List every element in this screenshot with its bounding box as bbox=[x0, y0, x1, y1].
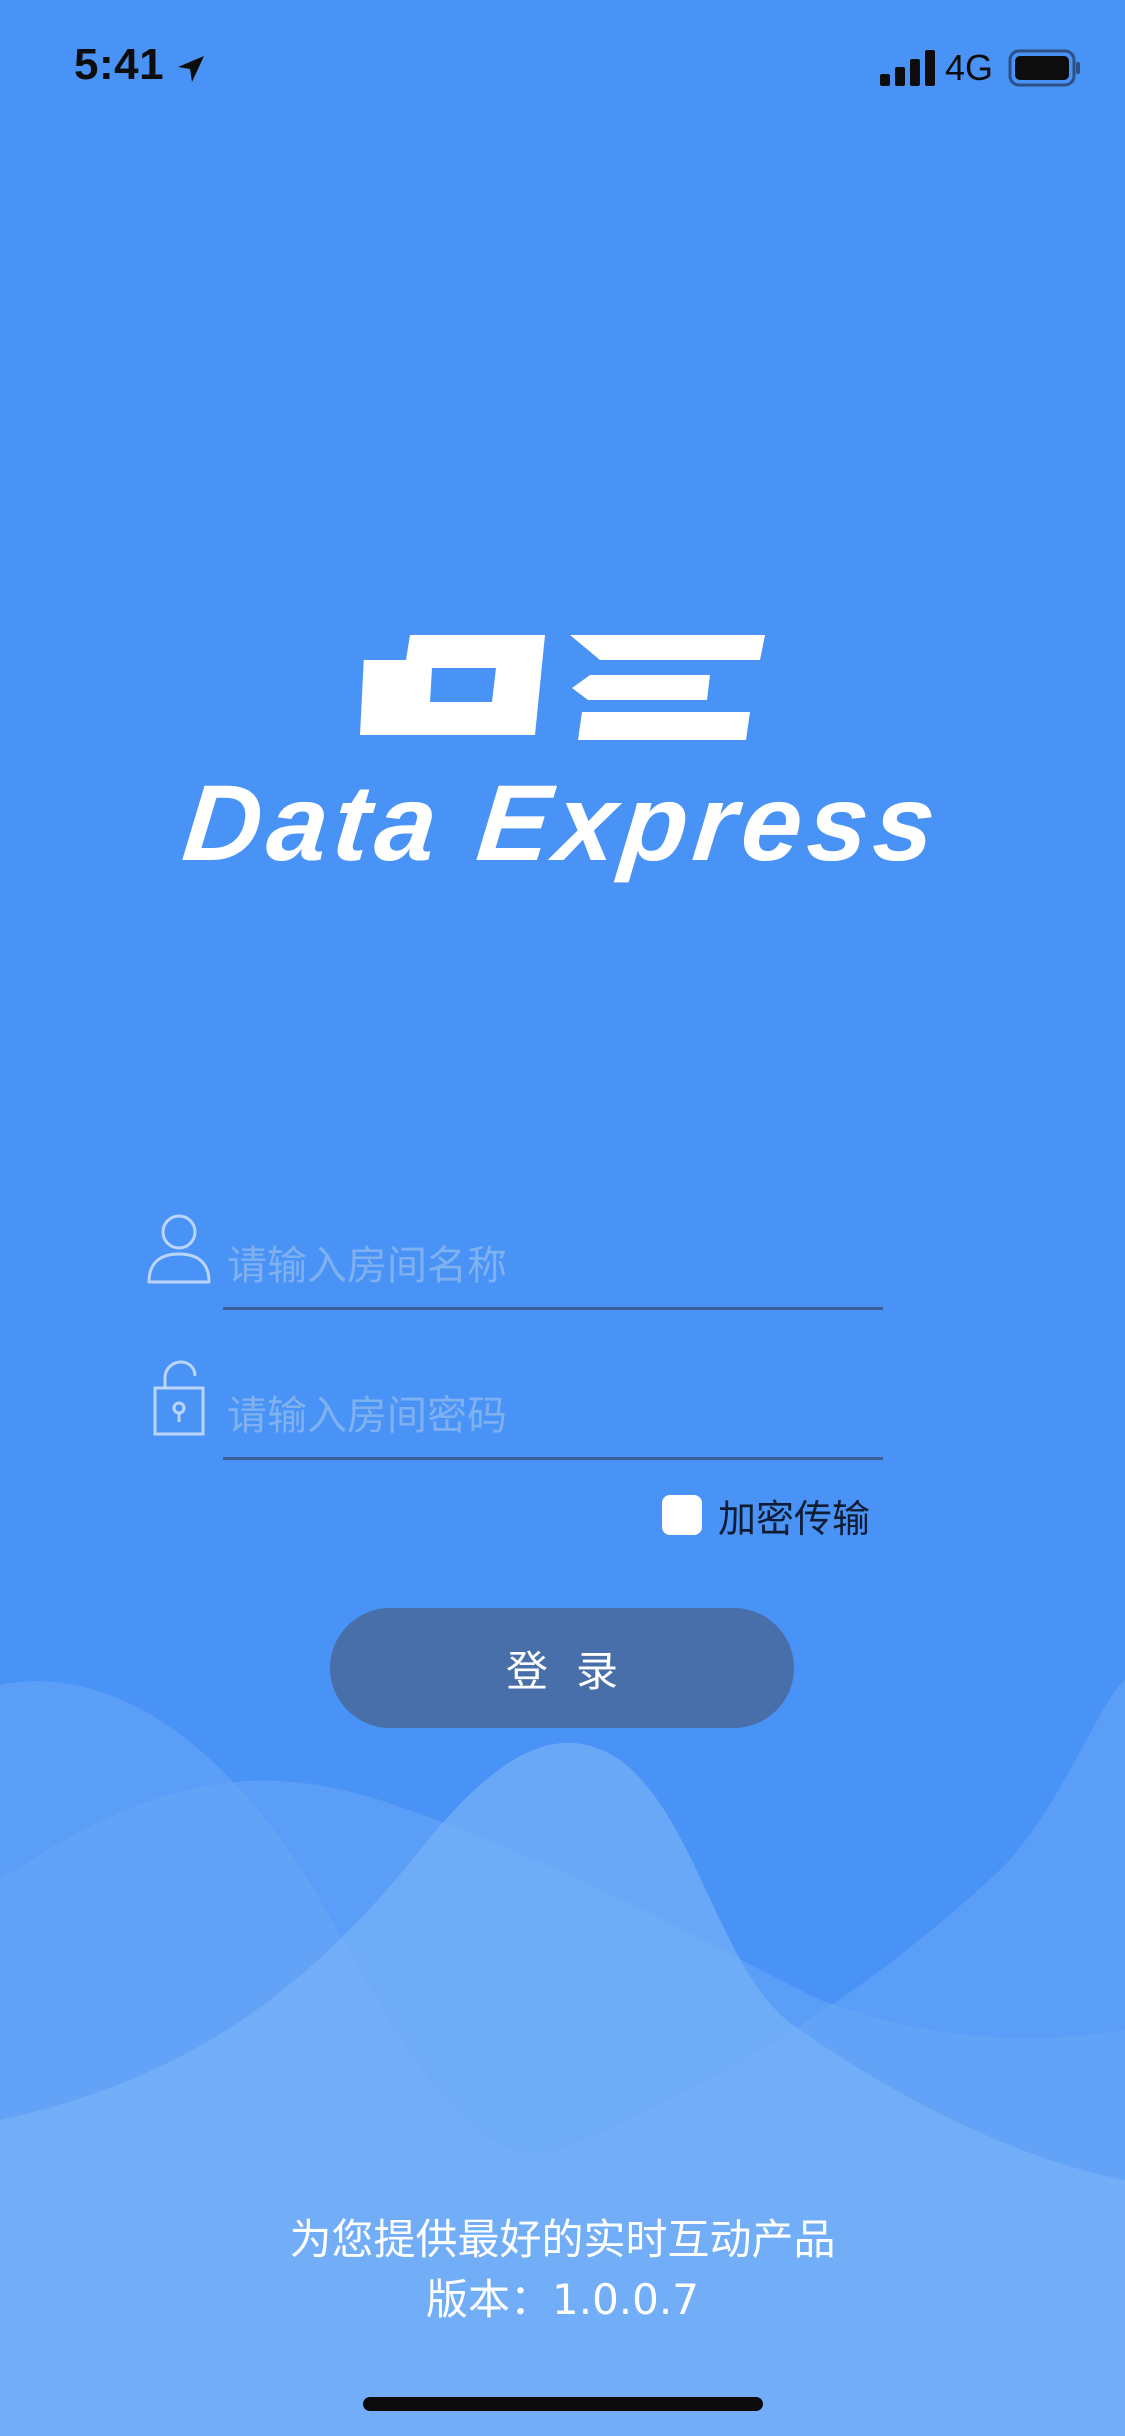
room-password-input[interactable] bbox=[223, 1380, 883, 1460]
home-indicator bbox=[363, 2397, 763, 2411]
login-button[interactable]: 登录 bbox=[330, 1608, 794, 1728]
room-name-input[interactable] bbox=[223, 1230, 883, 1310]
battery-icon bbox=[1008, 49, 1080, 87]
room-name-field bbox=[143, 1210, 883, 1310]
footer-tagline: 为您提供最好的实时互动产品 bbox=[289, 2215, 836, 2264]
logo-wordmark: Data Express bbox=[177, 762, 948, 883]
room-password-field bbox=[143, 1360, 883, 1460]
version-label: 版本：1.0.0.7 bbox=[426, 2275, 699, 2324]
status-bar: 5:41 4G bbox=[0, 0, 1125, 140]
encrypt-checkbox[interactable] bbox=[662, 1495, 702, 1535]
encrypt-label: 加密传输 bbox=[718, 1496, 871, 1541]
encrypt-toggle[interactable]: 加密传输 bbox=[662, 1485, 870, 1545]
status-time: 5:41 bbox=[74, 40, 165, 89]
user-icon bbox=[147, 1214, 211, 1284]
logo-de-icon bbox=[360, 635, 765, 740]
network-type: 4G bbox=[945, 47, 994, 88]
location-arrow-icon bbox=[178, 56, 204, 82]
signal-icon bbox=[880, 50, 935, 86]
unlock-icon bbox=[153, 1360, 205, 1436]
